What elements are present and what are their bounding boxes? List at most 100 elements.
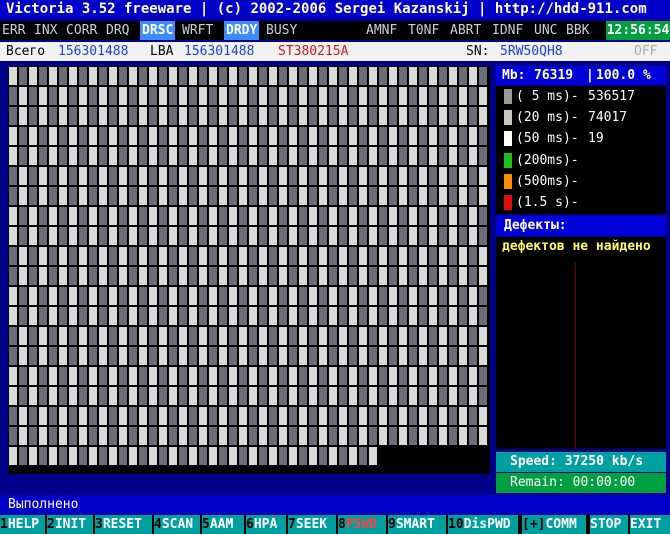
scan-block (209, 267, 217, 285)
scan-block (359, 87, 367, 105)
scan-block (39, 407, 47, 425)
scan-block (409, 307, 417, 325)
scan-block (369, 147, 377, 165)
scan-block (309, 407, 317, 425)
total-label: Всего (6, 44, 46, 59)
scan-block (139, 387, 147, 405)
scan-block (479, 307, 487, 325)
scan-block (49, 447, 57, 465)
scan-block (329, 307, 337, 325)
scan-block (19, 287, 27, 305)
scan-block (289, 187, 297, 205)
stat-1500ms-swatch (504, 195, 512, 210)
scan-block (269, 187, 277, 205)
fkey-scan[interactable]: 4SCAN (154, 515, 200, 534)
scan-block (349, 407, 357, 425)
fkey-help[interactable]: 1HELP (0, 515, 45, 534)
scan-block (369, 187, 377, 205)
progress-row: Mb: 76319 | 100.0 % (496, 66, 666, 85)
scan-block (209, 287, 217, 305)
scan-block (69, 107, 77, 125)
scan-block (219, 207, 227, 225)
stat-50ms-swatch (504, 131, 512, 146)
scan-block (299, 187, 307, 205)
scan-block (109, 87, 117, 105)
scan-block (339, 187, 347, 205)
scan-block (159, 347, 167, 365)
fkey-init[interactable]: 2INIT (47, 515, 93, 534)
scan-block (149, 367, 157, 385)
scan-block (99, 67, 107, 85)
scan-block (299, 127, 307, 145)
scan-block (179, 267, 187, 285)
scan-block (409, 147, 417, 165)
scan-block (239, 127, 247, 145)
scan-block (349, 367, 357, 385)
scan-block (389, 187, 397, 205)
scan-block (329, 427, 337, 445)
scan-block (479, 167, 487, 185)
fkey-smart[interactable]: 9SMART (388, 515, 446, 534)
scan-block (369, 447, 377, 465)
scan-block (79, 247, 87, 265)
scan-block (149, 387, 157, 405)
scan-block (289, 407, 297, 425)
scan-block (319, 67, 327, 85)
scan-block (469, 147, 477, 165)
scan-block (459, 67, 467, 85)
scan-block (39, 87, 47, 105)
scan-block (209, 187, 217, 205)
scan-block (219, 87, 227, 105)
scan-block (49, 407, 57, 425)
scan-block (449, 67, 457, 85)
scan-block (369, 107, 377, 125)
scan-block (199, 387, 207, 405)
fkey-exit[interactable]: EXIT (630, 515, 670, 534)
scan-block (419, 367, 427, 385)
scan-block (69, 87, 77, 105)
scan-block (399, 247, 407, 265)
scan-block (149, 447, 157, 465)
scan-block (199, 407, 207, 425)
fkey-comm[interactable]: [+]COMM (522, 515, 586, 534)
scan-block (169, 247, 177, 265)
scan-block (389, 67, 397, 85)
scan-block (309, 187, 317, 205)
scan-block (349, 427, 357, 445)
mb-label: Mb: (502, 68, 526, 83)
scan-block (249, 207, 257, 225)
fkey-reset[interactable]: 3RESET (95, 515, 152, 534)
fkey-dispwd[interactable]: 10DisPWD (448, 515, 518, 534)
scan-block (269, 127, 277, 145)
fkey-hpa[interactable]: 6HPA (246, 515, 286, 534)
scan-block (219, 367, 227, 385)
scan-block (329, 227, 337, 245)
scan-block (19, 127, 27, 145)
scan-block (379, 287, 387, 305)
scan-block (9, 67, 17, 85)
scan-block (9, 427, 17, 445)
scan-block (399, 267, 407, 285)
scan-block (219, 307, 227, 325)
scan-block (69, 407, 77, 425)
scan-block (449, 407, 457, 425)
scan-block (239, 87, 247, 105)
fkey-stop[interactable]: STOP (590, 515, 628, 534)
scan-block (89, 127, 97, 145)
scan-block (29, 427, 37, 445)
stat-20ms-label: (20 ms)- (516, 110, 579, 125)
scan-block (49, 427, 57, 445)
scan-block (379, 127, 387, 145)
app-title: Victoria 3.52 freeware (6, 1, 192, 17)
scan-block (379, 347, 387, 365)
scan-block (369, 87, 377, 105)
fkey-pswd[interactable]: 8PSWD (338, 515, 386, 534)
fkey-aam[interactable]: 5AAM (202, 515, 244, 534)
scan-block (259, 147, 267, 165)
scan-block (39, 127, 47, 145)
scan-block (319, 207, 327, 225)
fkey-seek[interactable]: 7SEEK (288, 515, 336, 534)
scan-block (49, 127, 57, 145)
scan-block (389, 387, 397, 405)
scan-block (149, 67, 157, 85)
